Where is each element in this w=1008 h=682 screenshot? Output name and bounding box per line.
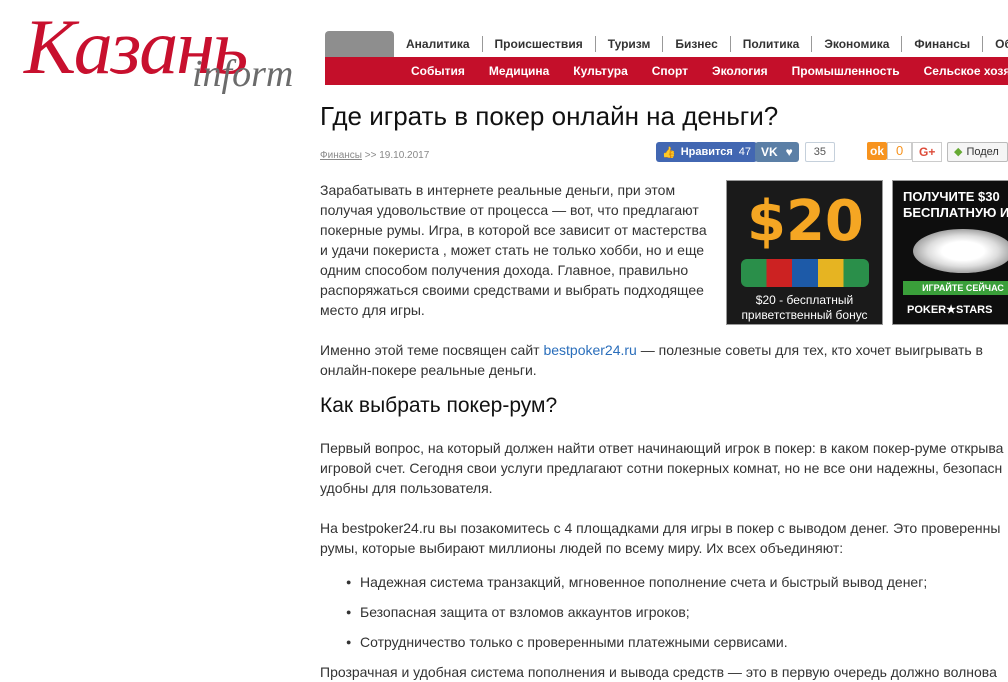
list-item: Безопасная защита от взломов аккаунтов и…: [346, 602, 927, 622]
pokerstars-headline-1: ПОЛУЧИТЕ $30: [903, 189, 1000, 204]
nav-item-politics[interactable]: Политика: [729, 36, 812, 52]
nav-item-events[interactable]: События: [399, 64, 477, 78]
features-list: Надежная система транзакций, мгновенное …: [346, 572, 927, 662]
poker-chip-image: [913, 229, 1008, 273]
share-widget: ◆ Подел: [947, 142, 1008, 162]
logo-sub-text: inform: [192, 53, 294, 95]
vk-share: VK ♥ 35: [755, 142, 836, 162]
nav-item-education[interactable]: Обр: [982, 36, 1008, 52]
share-icon: ◆: [954, 146, 963, 158]
nav-item-culture[interactable]: Культура: [561, 64, 639, 78]
category-link[interactable]: Финансы: [320, 150, 362, 161]
pokerstars-logo: POKER★STARS: [907, 304, 993, 316]
nav-item-economy[interactable]: Экономика: [811, 36, 901, 52]
primary-nav: Аналитика Происшествия Туризм Бизнес Пол…: [394, 36, 1008, 52]
nav-item-tourism[interactable]: Туризм: [594, 36, 663, 52]
vk-like-count: 35: [804, 142, 836, 162]
nav-tab-home[interactable]: [325, 31, 394, 57]
nav-item-ecology[interactable]: Экология: [700, 64, 780, 78]
nav-item-medicine[interactable]: Медицина: [477, 64, 561, 78]
ad-banners: $20 $20 - бесплатный приветственный бону…: [726, 180, 1008, 325]
nav-item-incidents[interactable]: Происшествия: [481, 36, 595, 52]
share-button[interactable]: ◆ Подел: [947, 142, 1008, 162]
bonus-amount: $20: [747, 189, 864, 254]
pokerstars-headline-2: БЕСПЛАТНУЮ И: [903, 205, 1008, 220]
fb-like-label: Нравится: [680, 146, 733, 158]
pokerstars-banner[interactable]: ПОЛУЧИТЕ $30 БЕСПЛАТНУЮ И ИГРАЙТЕ СЕЙЧАС…: [892, 180, 1008, 325]
thumbs-up-icon: 👍: [662, 146, 676, 159]
paragraph-payments: Прозрачная и удобная система пополнения …: [320, 664, 997, 680]
article-date: 19.10.2017: [379, 150, 430, 161]
facebook-like-button[interactable]: 👍 Нравится 47: [656, 142, 758, 162]
bestpoker-link[interactable]: bestpoker24.ru: [543, 342, 636, 358]
vk-logo-icon: VK: [761, 145, 778, 159]
bonus-banner[interactable]: $20 $20 - бесплатный приветственный бону…: [726, 180, 883, 325]
secondary-nav: События Медицина Культура Спорт Экология…: [399, 64, 1008, 78]
nav-item-industry[interactable]: Промышленность: [780, 64, 912, 78]
heart-icon: ♥: [785, 145, 793, 159]
bonus-caption: $20 - бесплатный приветственный бонус: [741, 293, 868, 322]
share-label: Подел: [966, 146, 999, 158]
section-heading: Как выбрать покер-рум?: [320, 394, 558, 417]
google-plus-button[interactable]: G+: [912, 142, 943, 162]
play-now-button[interactable]: ИГРАЙТЕ СЕЙЧАС: [903, 281, 1008, 295]
list-item: Надежная система транзакций, мгновенное …: [346, 572, 927, 592]
paragraph-site: Именно этой теме посвящен сайт bestpoker…: [320, 340, 1000, 380]
article-title: Где играть в покер онлайн на деньги?: [320, 101, 779, 131]
odnoklassniki-icon[interactable]: ok: [867, 142, 887, 160]
article: Где играть в покер онлайн на деньги? Фин…: [320, 100, 1008, 680]
nav-item-sport[interactable]: Спорт: [640, 64, 700, 78]
list-item: Сотрудничество только с проверенными пла…: [346, 632, 927, 652]
fb-like-count: 47: [738, 146, 752, 158]
meta-separator: >>: [364, 150, 377, 161]
poker-chips-image: [741, 259, 869, 287]
nav-item-analytics[interactable]: Аналитика: [394, 36, 482, 52]
paragraph-first-question: Первый вопрос, на который должен найти о…: [320, 440, 1004, 496]
ok-share: ok 0: [867, 142, 913, 160]
vk-like-button[interactable]: VK ♥: [755, 142, 799, 162]
paragraph-platforms: На bestpoker24.ru вы позакомитесь с 4 пл…: [320, 520, 1001, 556]
paragraph-intro: Зарабатывать в интернете реальные деньги…: [320, 182, 707, 318]
ok-count: 0: [887, 142, 913, 160]
site-logo[interactable]: Казань inform: [24, 8, 304, 97]
p2-before: Именно этой теме посвящен сайт: [320, 342, 544, 358]
nav-item-finance[interactable]: Финансы: [901, 36, 982, 52]
nav-item-agriculture[interactable]: Сельское хозяйс: [912, 64, 1008, 78]
gplus-share: G+: [912, 142, 943, 162]
nav-item-business[interactable]: Бизнес: [662, 36, 729, 52]
article-meta: Финансы >> 19.10.2017: [320, 150, 429, 161]
